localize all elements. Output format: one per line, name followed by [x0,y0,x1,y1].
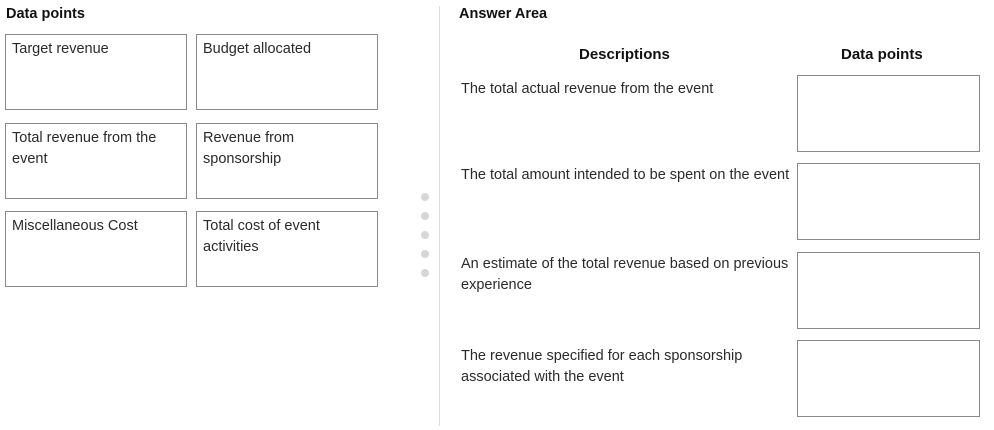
drag-item-budget-allocated[interactable]: Budget allocated [196,34,378,110]
answer-area-title: Answer Area [459,6,548,22]
dot-icon [421,250,429,258]
description-row-2: The total amount intended to be spent on… [461,167,790,183]
data-points-header: Data points [841,46,923,63]
drag-item-revenue-from-sponsorship[interactable]: Revenue from sponsorship [196,123,378,199]
drag-handle-dots-icon[interactable] [421,193,431,288]
drag-item-total-revenue[interactable]: Total revenue from the event [5,123,187,199]
data-points-title: Data points [6,6,85,22]
answer-drop-zone-4[interactable] [797,340,980,417]
drag-item-total-cost-event-activities[interactable]: Total cost of event activities [196,211,378,287]
descriptions-header: Descriptions [579,46,670,63]
answer-area-panel: Answer Area Descriptions Data points The… [440,0,994,430]
drag-item-target-revenue[interactable]: Target revenue [5,34,187,110]
drag-item-miscellaneous-cost[interactable]: Miscellaneous Cost [5,211,187,287]
description-row-4: The revenue specified for each sponsorsh… [461,348,743,385]
answer-drop-zone-3[interactable] [797,252,980,329]
description-row-3: An estimate of the total revenue based o… [461,256,789,293]
dot-icon [421,231,429,239]
answer-drop-zone-2[interactable] [797,163,980,240]
dot-icon [421,212,429,220]
answer-drop-zone-1[interactable] [797,75,980,152]
dot-icon [421,269,429,277]
data-points-panel: Data points Target revenue Budget alloca… [0,0,438,430]
dot-icon [421,193,429,201]
description-row-1: The total actual revenue from the event [461,81,714,97]
